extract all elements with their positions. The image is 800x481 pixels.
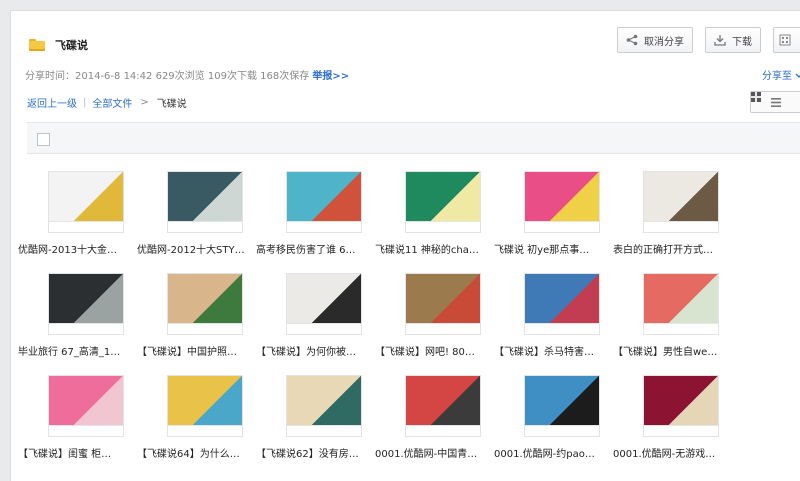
video-thumbnail[interactable] — [524, 273, 600, 335]
file-caption[interactable]: 0001.优酷网-中国青… — [375, 445, 505, 460]
folder-icon — [29, 39, 45, 51]
download-count: 109次下载 — [207, 71, 257, 82]
video-thumbnail[interactable] — [405, 171, 481, 233]
video-thumbnail[interactable] — [167, 375, 243, 437]
video-thumbnail[interactable] — [643, 273, 719, 335]
share-to-label: 分享至 — [762, 71, 792, 82]
folder-title-row: 飞碟说 — [29, 37, 88, 53]
file-caption[interactable]: 【飞碟说64】为什么… — [137, 445, 267, 460]
file-caption[interactable]: 【飞碟说】网吧! 80… — [375, 343, 505, 358]
breadcrumb-divider: | — [83, 97, 87, 108]
back-link[interactable]: 返回上一级 — [27, 95, 77, 110]
save-count: 168次保存 — [260, 71, 310, 82]
list-icon — [770, 97, 781, 107]
chevron-down-icon — [795, 73, 800, 78]
file-caption[interactable]: 飞碟说11 神秘的cha… — [375, 241, 505, 256]
report-link[interactable]: 举报>> — [312, 71, 349, 82]
video-thumbnail[interactable] — [48, 273, 124, 335]
video-thumbnail[interactable] — [48, 375, 124, 437]
share-to-dropdown[interactable]: 分享至 — [762, 67, 800, 82]
grid-icon — [751, 92, 761, 102]
file-caption[interactable]: 【飞碟说】中国护照… — [137, 343, 267, 358]
video-thumbnail[interactable] — [643, 171, 719, 233]
download-icon — [714, 35, 726, 46]
view-count: 629次浏览 — [155, 71, 205, 82]
video-thumbnail[interactable] — [286, 273, 362, 335]
grid-view-button[interactable] — [751, 92, 761, 102]
file-caption[interactable]: 表白的正确打开方式… — [613, 241, 743, 256]
select-all-bar — [27, 122, 800, 154]
file-caption[interactable]: 优酷网-2013十大金… — [18, 241, 148, 256]
video-thumbnail[interactable] — [524, 375, 600, 437]
video-thumbnail[interactable] — [48, 171, 124, 233]
breadcrumb: 返回上一级 | 全部文件 > 飞碟说 — [27, 95, 187, 110]
video-thumbnail[interactable] — [167, 273, 243, 335]
breadcrumb-arrow: > — [140, 97, 149, 108]
video-thumbnail[interactable] — [167, 171, 243, 233]
share-time: 分享时间：2014-6-8 14:42 — [25, 71, 153, 82]
file-caption[interactable]: 【飞碟说62】没有房… — [256, 445, 386, 460]
share-panel: 飞碟说 取消分享 下载 分享时间：2014-6-8 14:42 629次浏览 1… — [10, 10, 800, 481]
grid-menu-icon — [779, 34, 791, 46]
share-meta: 分享时间：2014-6-8 14:42 629次浏览 109次下载 168次保存… — [25, 67, 349, 82]
video-thumbnail[interactable] — [286, 171, 362, 233]
cancel-share-label: 取消分享 — [644, 36, 684, 48]
file-caption[interactable]: 0001.优酷网-约pao… — [494, 445, 624, 460]
breadcrumb-current: 飞碟说 — [156, 99, 187, 110]
file-caption[interactable]: 优酷网-2012十大STY… — [137, 241, 267, 256]
file-caption[interactable]: 【飞碟说】为何你被… — [256, 343, 386, 358]
view-switch — [750, 91, 800, 113]
more-button[interactable] — [773, 27, 800, 53]
file-caption[interactable]: 【飞碟说】杀马特害… — [494, 343, 624, 358]
video-thumbnail[interactable] — [643, 375, 719, 437]
select-all-checkbox[interactable] — [37, 133, 50, 146]
share-icon — [626, 34, 638, 46]
file-caption[interactable]: 飞碟说 初ye那点事… — [494, 241, 624, 256]
file-caption[interactable]: 0001.优酷网-无游戏… — [613, 445, 743, 460]
file-caption[interactable]: 毕业旅行 67_高清_1… — [18, 343, 148, 358]
cancel-share-button[interactable]: 取消分享 — [617, 27, 693, 53]
download-label: 下载 — [732, 36, 752, 48]
download-button[interactable]: 下载 — [705, 27, 761, 53]
file-caption[interactable]: 【飞碟说】男性自we… — [613, 343, 743, 358]
page-title: 飞碟说 — [55, 39, 88, 52]
file-caption[interactable]: 【飞碟说】闺蜜 柜… — [18, 445, 148, 460]
file-caption[interactable]: 高考移民伤害了谁 6… — [256, 241, 386, 256]
video-thumbnail[interactable] — [405, 375, 481, 437]
video-thumbnail[interactable] — [405, 273, 481, 335]
video-thumbnail[interactable] — [286, 375, 362, 437]
video-thumbnail[interactable] — [524, 171, 600, 233]
all-files-link[interactable]: 全部文件 — [92, 95, 132, 110]
